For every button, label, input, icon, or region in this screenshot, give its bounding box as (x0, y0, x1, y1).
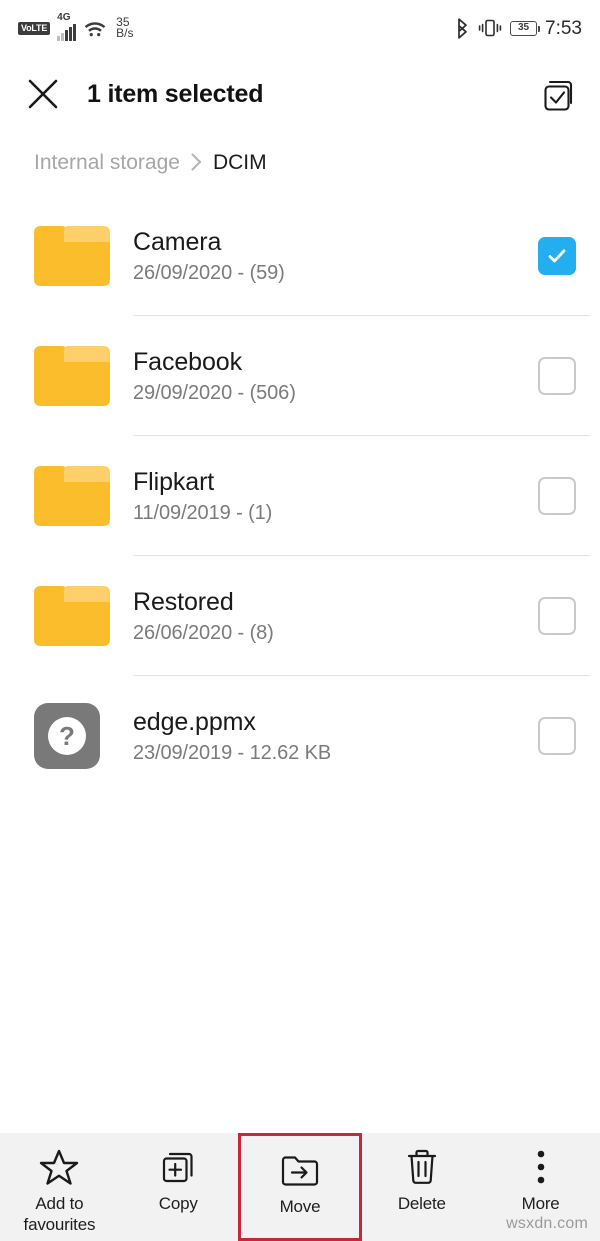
status-bar: VoLTE 4G 35 B/s 35 7:53 (0, 0, 600, 56)
battery-icon: 35 (510, 20, 541, 36)
folder-icon (34, 344, 112, 408)
list-item-meta: 29/09/2020 - (506) (133, 381, 296, 404)
list-item-name: Facebook (133, 347, 242, 376)
more-vertical-icon (534, 1146, 548, 1188)
list-item[interactable]: Camera 26/09/2020 - (59) (0, 196, 600, 316)
unknown-file-icon: ? (34, 703, 112, 769)
list-item[interactable]: Facebook 29/09/2020 - (506) (0, 316, 600, 436)
list-item-checkbox[interactable] (538, 237, 576, 275)
copy-icon (159, 1146, 197, 1188)
chevron-right-icon (190, 151, 203, 175)
list-item-checkbox[interactable] (538, 357, 576, 395)
wifi-icon (83, 19, 107, 38)
status-bar-left: VoLTE 4G 35 B/s (18, 13, 134, 41)
more-label: More (521, 1194, 560, 1213)
star-icon (39, 1146, 79, 1188)
volte-icon: VoLTE (18, 21, 51, 35)
clock: 7:53 (545, 17, 582, 39)
folder-icon (34, 464, 112, 528)
add-to-favourites-label: Add to favourites (23, 1194, 96, 1234)
question-mark-icon: ? (48, 717, 86, 755)
list-item-checkbox[interactable] (538, 717, 576, 755)
selection-title: 1 item selected (87, 79, 264, 108)
file-list: Camera 26/09/2020 - (59) Facebook 29/09/… (0, 196, 600, 796)
vibrate-icon (478, 18, 502, 38)
copy-label: Copy (158, 1194, 198, 1213)
list-item[interactable]: Restored 26/06/2020 - (8) (0, 556, 600, 676)
list-item-name: Camera (133, 227, 222, 256)
breadcrumb: Internal storage DCIM (0, 140, 600, 186)
list-item[interactable]: ? edge.ppmx 23/09/2019 - 12.62 KB (0, 676, 600, 796)
list-item-meta: 23/09/2019 - 12.62 KB (133, 741, 332, 764)
list-item-text: Camera 26/09/2020 - (59) (133, 227, 538, 284)
folder-icon (34, 224, 112, 288)
app-bar: 1 item selected (0, 56, 600, 132)
watermark: wsxdn.com (506, 1215, 588, 1232)
trash-icon (405, 1146, 439, 1188)
list-item-text: Flipkart 11/09/2019 - (1) (133, 467, 538, 524)
status-bar-right: 35 7:53 (455, 17, 582, 39)
list-item-name: edge.ppmx (133, 707, 256, 736)
folder-icon (34, 584, 112, 648)
list-item-checkbox[interactable] (538, 477, 576, 515)
list-item-text: Facebook 29/09/2020 - (506) (133, 347, 538, 404)
cellular-signal-icon: 4G (57, 13, 77, 41)
data-speed-indicator: 35 B/s (116, 15, 134, 40)
list-item-meta: 26/09/2020 - (59) (133, 261, 285, 284)
list-item-name: Restored (133, 587, 234, 616)
list-item-meta: 11/09/2019 - (1) (133, 501, 273, 524)
list-item-name: Flipkart (133, 467, 215, 496)
select-all-icon[interactable] (540, 75, 578, 113)
list-item[interactable]: Flipkart 11/09/2019 - (1) (0, 436, 600, 556)
list-item-text: Restored 26/06/2020 - (8) (133, 587, 538, 644)
delete-button[interactable]: Delete (362, 1133, 481, 1241)
breadcrumb-root[interactable]: Internal storage (34, 151, 180, 175)
list-item-meta: 26/06/2020 - (8) (133, 621, 274, 644)
list-item-checkbox[interactable] (538, 597, 576, 635)
move-icon (280, 1149, 320, 1191)
delete-label: Delete (397, 1194, 446, 1213)
move-label: Move (279, 1197, 321, 1216)
breadcrumb-current[interactable]: DCIM (213, 151, 267, 175)
bluetooth-icon (455, 17, 470, 39)
move-button[interactable]: Move (237, 1133, 363, 1241)
close-icon[interactable] (26, 77, 60, 111)
add-to-favourites-button[interactable]: Add to favourites (0, 1133, 119, 1241)
copy-button[interactable]: Copy (119, 1133, 238, 1241)
list-item-text: edge.ppmx 23/09/2019 - 12.62 KB (133, 707, 538, 764)
